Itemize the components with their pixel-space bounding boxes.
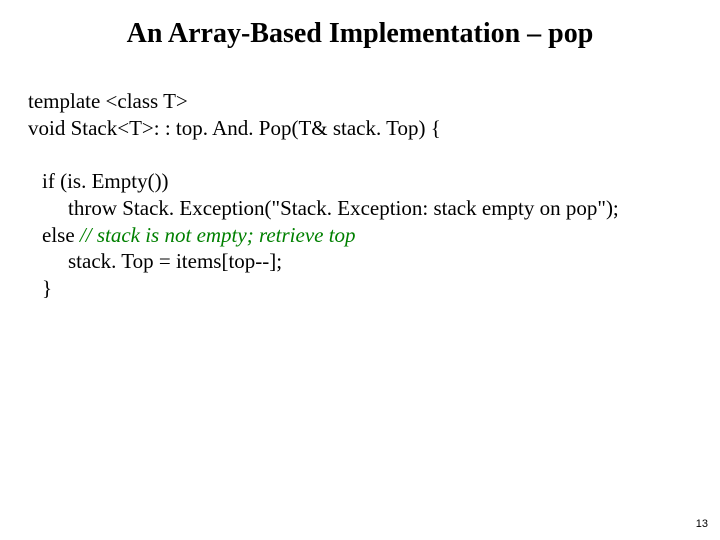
- blank-line: [28, 142, 698, 168]
- code-comment: // stack is not empty; retrieve top: [80, 223, 356, 247]
- slide: An Array-Based Implementation – pop temp…: [0, 0, 720, 540]
- code-line-7: }: [28, 275, 698, 302]
- code-line-6: stack. Top = items[top--];: [28, 248, 698, 275]
- code-line-2: void Stack<T>: : top. And. Pop(T& stack.…: [28, 115, 698, 142]
- code-line-1: template <class T>: [28, 88, 698, 115]
- code-line-2b: (T& stack. Top) {: [291, 116, 440, 140]
- code-line-4: throw Stack. Exception("Stack. Exception…: [28, 195, 698, 222]
- code-line-3: if (is. Empty()): [28, 168, 698, 195]
- code-line-5a: else: [42, 223, 80, 247]
- page-number: 13: [696, 518, 708, 530]
- code-block: template <class T> void Stack<T>: : top.…: [28, 88, 698, 302]
- code-line-2a: void Stack<T>: : top. And. Pop: [28, 116, 291, 140]
- slide-title: An Array-Based Implementation – pop: [0, 18, 720, 50]
- code-line-5: else // stack is not empty; retrieve top: [28, 222, 698, 249]
